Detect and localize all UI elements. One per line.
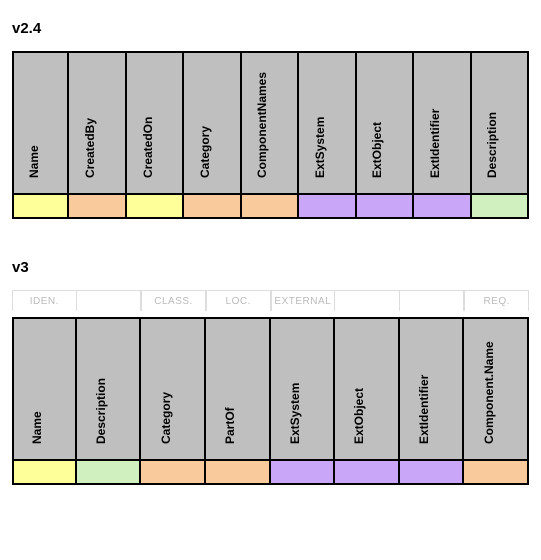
col-swatch — [69, 195, 126, 219]
col-swatch — [335, 461, 400, 485]
col-swatch — [464, 461, 529, 485]
col-swatch — [184, 195, 241, 219]
col-header: Component.Name — [464, 317, 529, 461]
col-header: Name — [12, 51, 69, 195]
col-swatch — [206, 461, 271, 485]
col-header: ExtSystem — [271, 317, 336, 461]
group-label — [400, 290, 465, 311]
section-v24: v2.4 Name CreatedBy CreatedOn Category C… — [12, 20, 529, 219]
col-header: CreatedOn — [127, 51, 184, 195]
col-header: ExtSystem — [299, 51, 356, 195]
col-swatch — [127, 195, 184, 219]
col-header: Category — [141, 317, 206, 461]
section-v3: v3 IDEN. Name Description CLASS. Category … — [12, 259, 529, 485]
group-label: IDEN. — [12, 290, 77, 311]
group-label — [335, 290, 400, 311]
col-swatch — [12, 195, 69, 219]
col-swatch — [141, 461, 206, 485]
col-swatch — [271, 461, 336, 485]
col-header: ComponentNames — [242, 51, 299, 195]
section-title-v3: v3 — [12, 259, 529, 276]
col-swatch — [414, 195, 471, 219]
col-header: Description — [77, 317, 142, 461]
col-swatch — [472, 195, 529, 219]
group-label: LOC. — [206, 290, 271, 311]
col-swatch — [299, 195, 356, 219]
table-v24: Name CreatedBy CreatedOn Category Compon… — [12, 51, 529, 219]
col-swatch — [77, 461, 142, 485]
col-swatch — [242, 195, 299, 219]
col-swatch — [400, 461, 465, 485]
col-swatch — [12, 461, 77, 485]
group-label: CLASS. — [141, 290, 206, 311]
col-swatch — [357, 195, 414, 219]
col-header: PartOf — [206, 317, 271, 461]
col-header: ExtIdentifier — [400, 317, 465, 461]
col-header: Category — [184, 51, 241, 195]
group-label — [77, 290, 142, 311]
col-header: Description — [472, 51, 529, 195]
group-label: REQ. — [464, 290, 529, 311]
group-label: EXTERNAL — [271, 290, 336, 311]
col-header: CreatedBy — [69, 51, 126, 195]
col-header: Name — [12, 317, 77, 461]
col-header: ExtObject — [357, 51, 414, 195]
table-v3: IDEN. Name Description CLASS. Category LOC… — [12, 290, 529, 485]
col-header: ExtIdentifier — [414, 51, 471, 195]
section-title-v24: v2.4 — [12, 20, 529, 37]
col-header: ExtObject — [335, 317, 400, 461]
